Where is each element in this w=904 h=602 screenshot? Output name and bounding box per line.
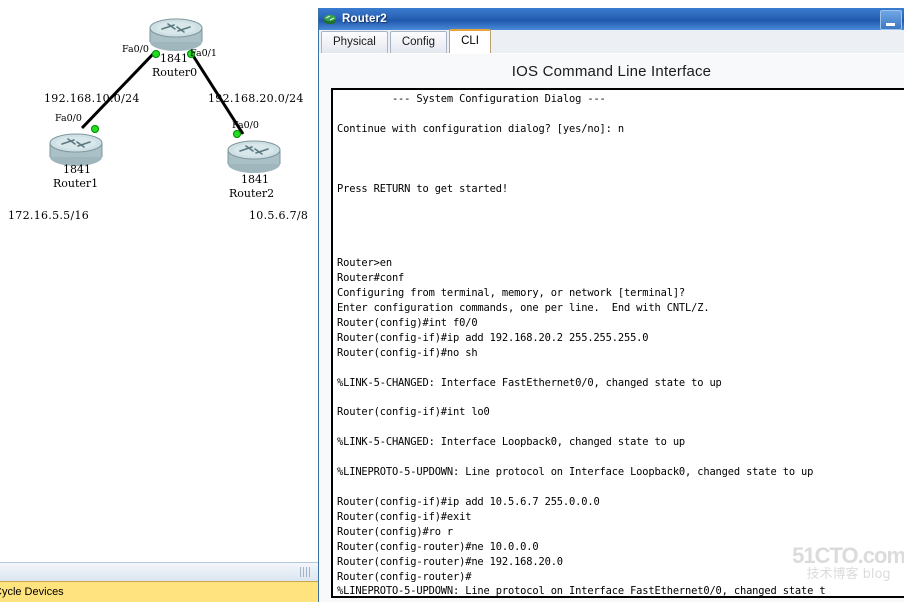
tab-strip[interactable]: Physical Config CLI [319,29,904,54]
status-bar-text: Cycle Devices [0,586,64,598]
device-model-router0: 1841 [160,52,188,65]
interface-label-router1-fa00: Fa0/0 [55,113,82,124]
window-controls[interactable] [880,10,902,30]
workspace-horizontal-scrollbar[interactable] [0,562,318,582]
network-label-right: 192.168.20.0/24 [208,92,304,105]
device-name-router2: Router2 [229,187,275,200]
interface-label-router2-fa00: Fa0/0 [232,120,259,131]
status-bar: Cycle Devices [0,581,318,602]
resize-grip-icon[interactable] [300,567,312,577]
tab-config[interactable]: Config [389,31,448,53]
address-label-router1: 172.16.5.5/16 [8,209,90,222]
cli-terminal[interactable]: --- System Configuration Dialog --- Cont… [331,88,904,598]
window-title: Router2 [342,13,387,25]
cli-output-body: --- System Configuration Dialog --- Cont… [337,93,826,598]
minimize-button[interactable] [880,10,902,30]
interface-label-router0-fa01: Fa0/1 [190,48,217,59]
cli-tab-panel: IOS Command Line Interface --- System Co… [319,54,904,602]
network-label-left: 192.168.10.0/24 [44,92,140,105]
device-name-router1: Router1 [53,177,99,190]
link-status-dot-router0-fa00 [152,50,160,58]
tab-cli[interactable]: CLI [449,29,491,53]
window-titlebar[interactable]: Router2 [319,8,904,30]
link-status-dot-router1-fa00 [91,125,99,133]
packet-tracer-router-icon [323,12,337,26]
link-status-dot-router2-fa00 [233,130,241,138]
topology-workspace[interactable]: Fa0/0 Fa0/1 Fa0/0 Fa0/0 1841 Router0 184… [0,0,318,562]
cli-heading: IOS Command Line Interface [511,63,712,80]
topology-links [80,50,245,135]
router-device-window: Router2 Physical Config CLI IOS Command … [318,8,904,602]
address-label-router2: 10.5.6.7/8 [249,209,309,222]
device-model-router1: 1841 [63,163,91,176]
device-model-router2: 1841 [241,173,269,186]
device-name-router0: Router0 [152,66,198,79]
cli-output-text[interactable]: --- System Configuration Dialog --- Cont… [333,90,904,598]
minimize-icon [886,23,895,26]
tab-physical[interactable]: Physical [321,31,388,53]
screen-root: Fa0/0 Fa0/1 Fa0/0 Fa0/0 1841 Router0 184… [0,0,904,602]
interface-label-router0-fa00: Fa0/0 [122,44,149,55]
